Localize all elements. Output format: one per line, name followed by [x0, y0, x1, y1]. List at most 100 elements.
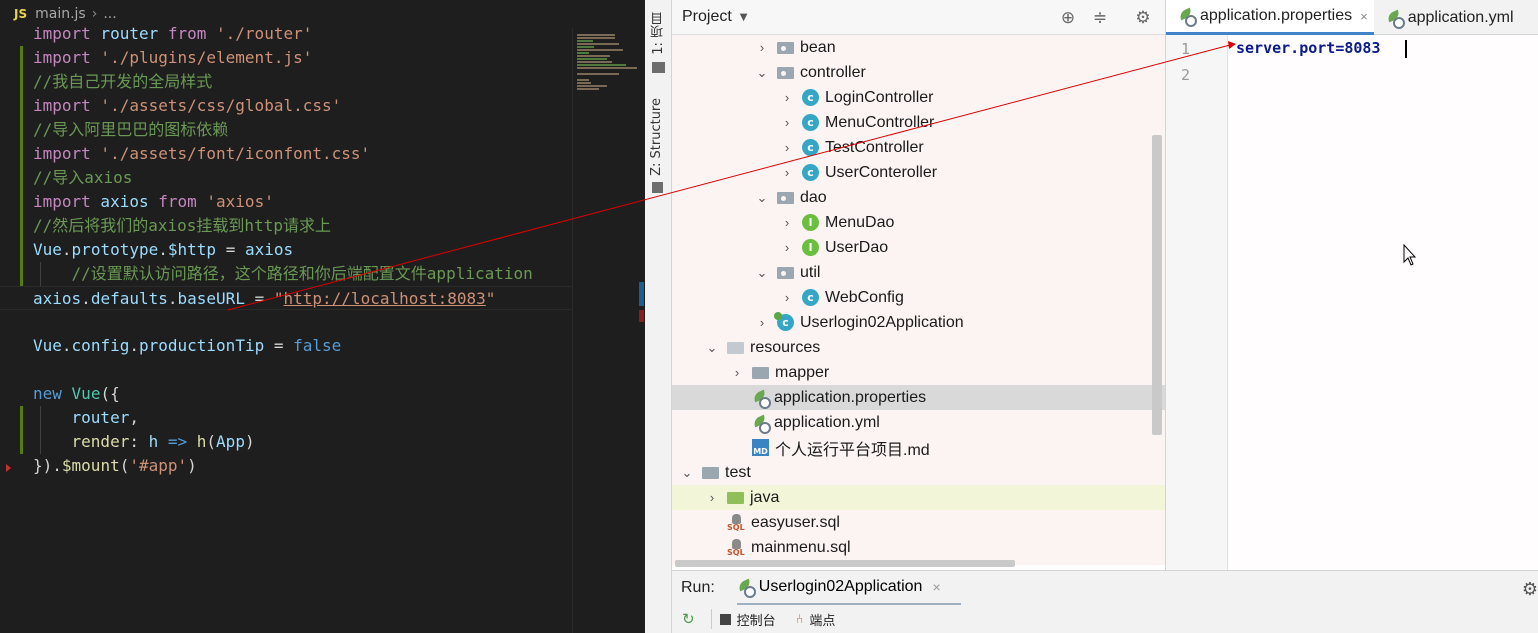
chevron-down-icon[interactable]: ⌄: [755, 190, 769, 206]
tree-item[interactable]: › c LoginController: [672, 85, 1165, 110]
minimap-line: [577, 58, 607, 60]
code-line[interactable]: Vue.config.productionTip = false: [0, 334, 572, 358]
code-line[interactable]: //导入axios: [0, 166, 572, 190]
chevron-right-icon[interactable]: ›: [780, 115, 794, 130]
code-token: Vue: [33, 336, 62, 355]
project-view-selector[interactable]: Project: [682, 8, 732, 26]
tree-item[interactable]: › I UserDao: [672, 235, 1165, 260]
code-line[interactable]: //我自己开发的全局样式: [0, 70, 572, 94]
spring-properties-icon: [752, 390, 771, 409]
overview-ruler[interactable]: [638, 0, 645, 633]
code-line[interactable]: render: h => h(App): [0, 430, 572, 454]
tree-item-label: mainmenu.sql: [751, 538, 851, 556]
code-line[interactable]: new Vue({: [0, 382, 572, 406]
code-line[interactable]: //然后将我们的axios挂载到http请求上: [0, 214, 572, 238]
properties-editor[interactable]: 1 2 server.port=8083: [1165, 35, 1538, 570]
tree-vertical-scrollbar[interactable]: [1152, 135, 1162, 435]
code-line[interactable]: Vue.prototype.$http = axios: [0, 238, 572, 262]
code-line[interactable]: import router from './router': [0, 22, 572, 46]
chevron-down-icon[interactable]: ⌄: [755, 65, 769, 81]
tree-item[interactable]: SQL easyuser.sql: [672, 510, 1165, 535]
code-line[interactable]: }).$mount('#app'): [0, 454, 572, 478]
code-line[interactable]: import './assets/css/global.css': [0, 94, 572, 118]
code-line[interactable]: //设置默认访问路径，这个路径和你后端配置文件application: [0, 262, 572, 286]
line-number: 2: [1180, 66, 1190, 84]
code-line[interactable]: router,: [0, 406, 572, 430]
code-line[interactable]: //导入阿里巴巴的图标依赖: [0, 118, 572, 142]
property-value: 8083: [1344, 39, 1381, 57]
code-token: h: [196, 432, 207, 451]
chevron-right-icon[interactable]: ›: [755, 40, 769, 55]
tree-item[interactable]: › c WebConfig: [672, 285, 1165, 310]
chevron-right-icon[interactable]: ›: [755, 315, 769, 330]
code-line[interactable]: axios.defaults.baseURL = "http://localho…: [0, 286, 572, 310]
editor-tab[interactable]: application.yml: [1374, 0, 1520, 35]
chevron-right-icon[interactable]: ›: [780, 215, 794, 230]
chevron-down-icon[interactable]: ⌄: [705, 340, 719, 356]
tree-item[interactable]: ⌄ dao: [672, 185, 1165, 210]
tree-item-label: LoginController: [825, 88, 934, 106]
chevron-right-icon[interactable]: ›: [780, 165, 794, 180]
code-token: router: [90, 24, 168, 43]
gear-icon[interactable]: ⚙: [1133, 8, 1153, 28]
tree-item-label: dao: [800, 188, 827, 206]
rerun-icon[interactable]: ↻: [682, 610, 695, 628]
run-config-name: Userlogin02Application: [758, 577, 923, 595]
tree-item-label: WebConfig: [825, 288, 904, 306]
project-tree[interactable]: › bean ⌄ controller › c LoginController › c MenuC…: [672, 35, 1165, 565]
tree-item[interactable]: ⌄ util: [672, 260, 1165, 285]
minimap[interactable]: [572, 28, 638, 633]
chevron-right-icon[interactable]: ›: [705, 490, 719, 505]
editor-line[interactable]: server.port=8083: [1236, 39, 1381, 57]
chevron-right-icon[interactable]: ›: [780, 290, 794, 305]
editor-tab[interactable]: application.properties ×: [1166, 0, 1374, 35]
code-line[interactable]: import axios from 'axios': [0, 190, 572, 214]
chevron-right-icon[interactable]: ›: [730, 365, 744, 380]
tree-item[interactable]: › bean: [672, 35, 1165, 60]
chevron-down-icon[interactable]: ⌄: [680, 465, 694, 481]
spring-properties-icon: [1178, 8, 1197, 27]
tree-item[interactable]: ⌄ test: [672, 460, 1165, 485]
collapse-all-icon[interactable]: ≑: [1090, 8, 1110, 28]
line-number-gutter: 1 2: [1166, 35, 1228, 570]
structure-tool-tab[interactable]: Z: Structure: [649, 98, 669, 176]
project-tool-tab[interactable]: 1: 项目: [649, 12, 669, 55]
tree-item[interactable]: MD 个人运行平台项目.md: [672, 435, 1165, 460]
tree-item[interactable]: › c TestController: [672, 135, 1165, 160]
endpoints-tab[interactable]: 端点: [809, 610, 835, 629]
tree-item[interactable]: ⌄ controller: [672, 60, 1165, 85]
tree-item[interactable]: application.properties: [672, 385, 1165, 410]
code-line[interactable]: [0, 310, 572, 334]
code-token: .: [52, 456, 62, 475]
code-token: axios: [244, 240, 294, 259]
code-line[interactable]: import './plugins/element.js': [0, 46, 572, 70]
tree-item[interactable]: ⌄ resources: [672, 335, 1165, 360]
indent-guide: [40, 262, 41, 286]
chevron-right-icon[interactable]: ›: [780, 140, 794, 155]
code-editor[interactable]: import router from './router' import './p…: [0, 20, 572, 633]
minimap-line: [577, 40, 593, 42]
chevron-right-icon[interactable]: ›: [780, 240, 794, 255]
run-config-tab[interactable]: Userlogin02Application ×: [736, 571, 961, 606]
chevron-right-icon[interactable]: ›: [780, 90, 794, 105]
locate-target-icon[interactable]: ⊕: [1058, 8, 1078, 28]
gear-icon[interactable]: ⚙: [1522, 579, 1538, 600]
tree-horizontal-scrollbar[interactable]: [675, 560, 1015, 567]
tree-item[interactable]: application.yml: [672, 410, 1165, 435]
tree-item[interactable]: SQL mainmenu.sql: [672, 535, 1165, 560]
close-icon[interactable]: ×: [932, 579, 940, 595]
close-icon[interactable]: ×: [1360, 9, 1368, 24]
tree-item[interactable]: › c UserConteroller: [672, 160, 1165, 185]
code-line[interactable]: import './assets/font/iconfont.css': [0, 142, 572, 166]
chevron-down-icon[interactable]: ▼: [740, 12, 748, 23]
console-tab[interactable]: 控制台: [737, 610, 776, 629]
code-token: =: [264, 336, 294, 355]
chevron-down-icon[interactable]: ⌄: [755, 265, 769, 281]
tree-item[interactable]: › c MenuController: [672, 110, 1165, 135]
class-icon: c: [802, 289, 819, 306]
tree-item[interactable]: › c Userlogin02Application: [672, 310, 1165, 335]
tree-item[interactable]: › I MenuDao: [672, 210, 1165, 235]
tree-item[interactable]: › java: [672, 485, 1165, 510]
code-line[interactable]: [0, 358, 572, 382]
tree-item[interactable]: › mapper: [672, 360, 1165, 385]
